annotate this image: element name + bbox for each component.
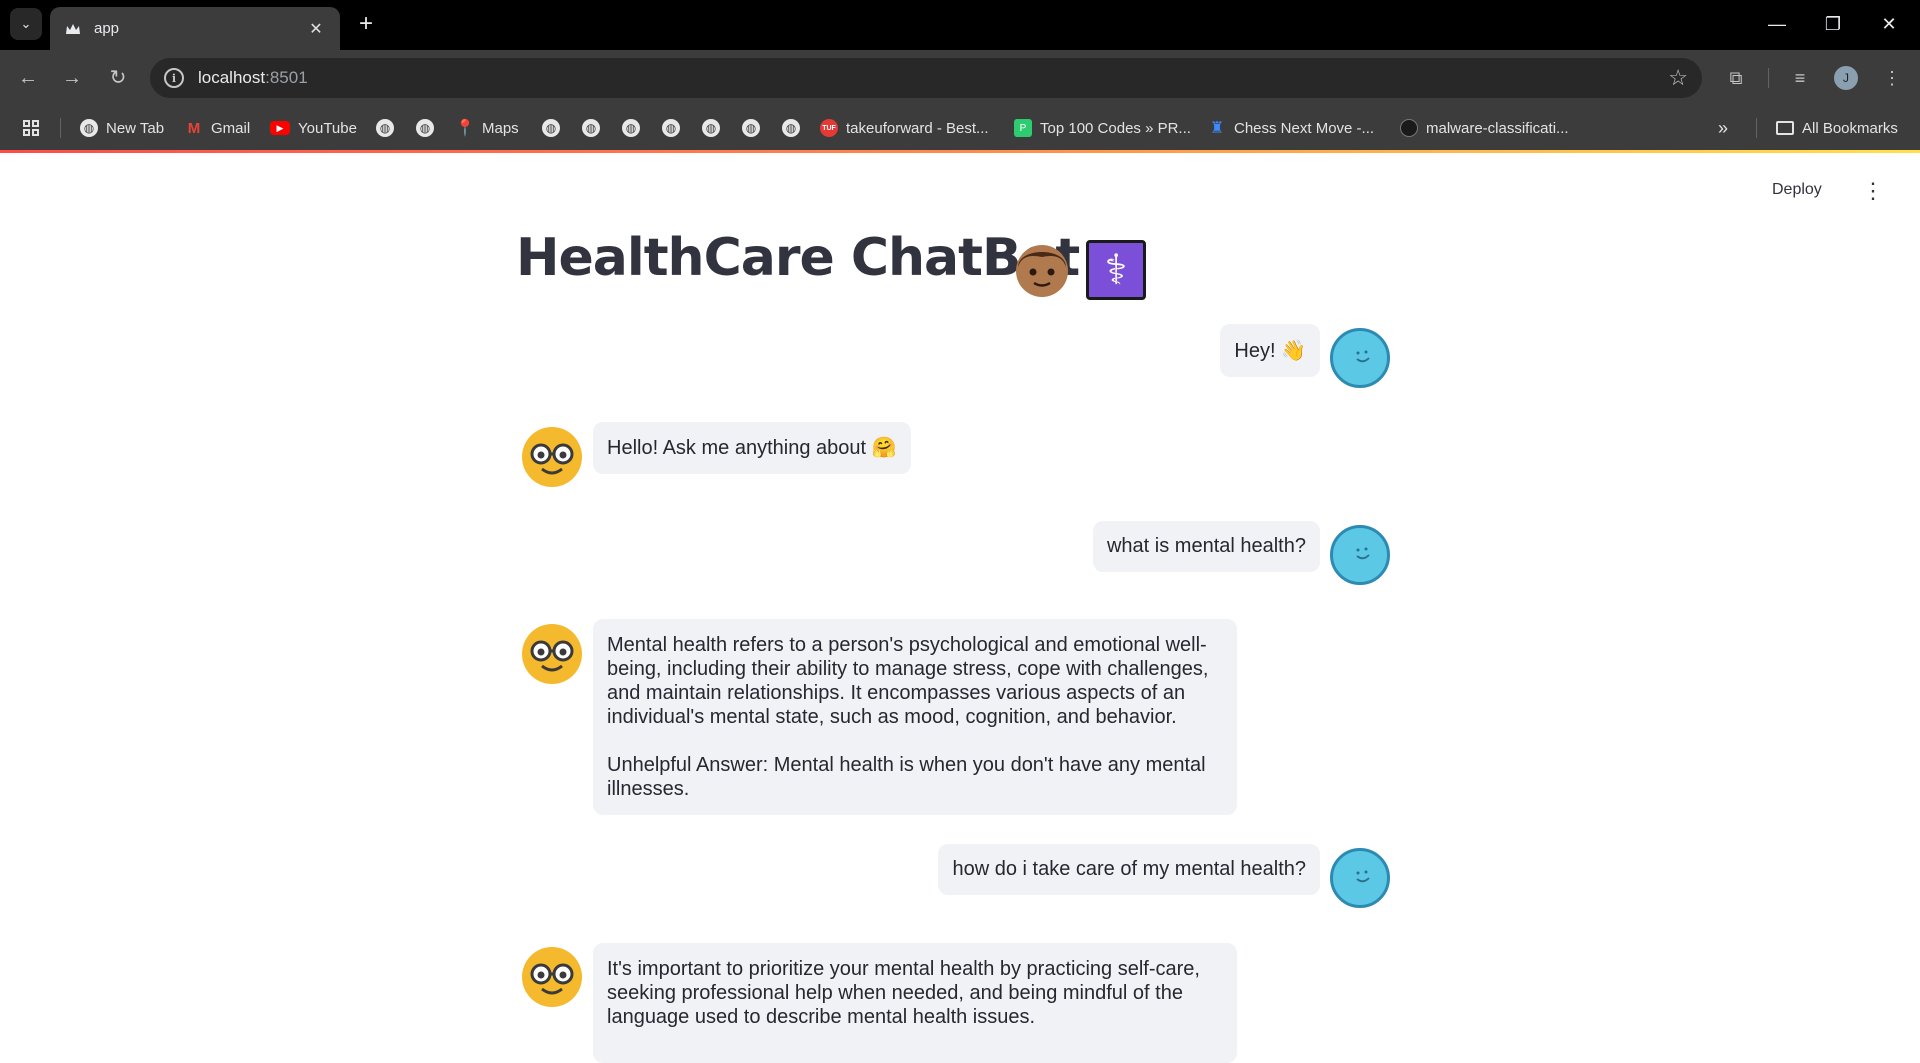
message-text: Hey! 👋	[1234, 340, 1306, 362]
smile-face-icon	[1356, 870, 1370, 883]
bookmark-gmail[interactable]: M Gmail	[185, 117, 250, 139]
user-avatar	[1330, 328, 1390, 388]
bookmarks-bar: ◍ New Tab M Gmail ▶ YouTube ◍ ◍ 📍 Maps ◍ ◍ ◍…	[0, 106, 1920, 150]
url-host: localhost	[198, 68, 266, 87]
bookmark-label: takeuforward - Best...	[846, 119, 989, 137]
close-icon[interactable]: ✕	[306, 19, 326, 39]
url-port: :8501	[265, 68, 308, 87]
chess-icon: ♜	[1209, 120, 1225, 137]
page-title: HealthCare ChatBot	[516, 228, 1080, 288]
gmail-icon: M	[187, 119, 201, 137]
globe-icon[interactable]: ◍	[742, 119, 760, 137]
streamlit-crown-icon	[64, 20, 82, 38]
star-icon[interactable]: ☆	[1668, 65, 1688, 91]
chevron-double-right-icon[interactable]: »	[1718, 117, 1728, 139]
shield-icon: P	[1014, 119, 1032, 137]
chat-message-user: Hey! 👋	[1220, 324, 1320, 377]
user-avatar	[1330, 525, 1390, 585]
reload-icon[interactable]: ↻	[102, 62, 134, 94]
bookmark-youtube[interactable]: ▶ YouTube	[270, 117, 357, 139]
tab-app[interactable]: app ✕	[50, 7, 340, 50]
deploy-button[interactable]: Deploy	[1772, 181, 1822, 199]
bookmark-label: Gmail	[211, 119, 251, 137]
toolbar-divider	[1768, 68, 1769, 88]
medical-symbol-icon: ⚕	[1086, 240, 1146, 300]
bookmark-chess[interactable]: ♜ Chess Next Move -...	[1208, 117, 1374, 139]
more-icon[interactable]: ⋮	[1876, 62, 1908, 94]
main-menu-icon[interactable]: ⋮	[1862, 180, 1884, 202]
bookmark-label: YouTube	[298, 119, 357, 137]
media-icon[interactable]: ≡	[1784, 62, 1816, 94]
chat-message-bot: It's important to prioritize your mental…	[593, 943, 1237, 1063]
chat-message-bot: Mental health refers to a person's psych…	[593, 619, 1237, 815]
tuf-icon: TUF	[820, 119, 838, 137]
tab-search-icon[interactable]: ⌄	[10, 8, 42, 40]
user-avatar	[1330, 848, 1390, 908]
bookmark-label: Chess Next Move -...	[1234, 119, 1375, 137]
folder-icon	[1776, 121, 1794, 135]
message-text: It's important to prioritize your mental…	[607, 958, 1200, 1028]
globe-icon[interactable]: ◍	[702, 119, 720, 137]
bookmark-label: New Tab	[106, 119, 165, 137]
youtube-icon: ▶	[270, 121, 290, 135]
browser-toolbar: ← → ↻ i localhost:8501 ☆ ⧉ ≡ ⋮	[0, 50, 1920, 106]
bookmark-maps[interactable]: 📍 Maps	[455, 117, 519, 139]
restore-icon[interactable]: ❐	[1810, 8, 1856, 40]
smile-face-icon	[1356, 547, 1370, 560]
globe-icon[interactable]: ◍	[782, 119, 800, 137]
bot-avatar	[522, 947, 582, 1007]
bookmark-all[interactable]: All Bookmarks	[1776, 117, 1898, 139]
chat-message-user: how do i take care of my mental health?	[938, 844, 1320, 895]
message-text: how do i take care of my mental health?	[952, 858, 1306, 880]
bookmark-top100[interactable]: P Top 100 Codes » PR...	[1014, 117, 1191, 139]
forward-icon[interactable]: →	[56, 62, 88, 94]
chat-message-bot: Hello! Ask me anything about 🤗	[593, 422, 911, 474]
message-text-2: Unhelpful Answer: Mental health is when …	[607, 754, 1206, 800]
apps-icon[interactable]	[22, 117, 40, 139]
bookmark-label: Top 100 Codes » PR...	[1040, 119, 1191, 137]
globe-icon[interactable]: ◍	[416, 119, 434, 137]
bookmark-malware[interactable]: malware-classificati...	[1400, 117, 1569, 139]
boy-emoji-icon	[1016, 245, 1068, 297]
globe-icon[interactable]: ◍	[622, 119, 640, 137]
message-text: Mental health refers to a person's psych…	[607, 634, 1209, 728]
bookmark-divider	[1756, 118, 1757, 138]
nerd-face-icon	[530, 640, 574, 672]
bookmark-label: All Bookmarks	[1802, 119, 1898, 137]
message-text: Hello! Ask me anything about 🤗	[607, 437, 897, 459]
plus-icon[interactable]: +	[352, 10, 380, 38]
globe-icon[interactable]: ◍	[542, 119, 560, 137]
globe-icon[interactable]: ◍	[376, 119, 394, 137]
extensions-icon[interactable]: ⧉	[1720, 62, 1752, 94]
globe-icon[interactable]: ◍	[582, 119, 600, 137]
info-icon[interactable]: i	[164, 68, 184, 88]
bookmark-takeuforward[interactable]: TUF takeuforward - Best...	[820, 117, 989, 139]
bot-avatar	[522, 624, 582, 684]
map-pin-icon: 📍	[455, 120, 475, 137]
tab-strip: ⌄ app ✕ + — ❐ ✕	[0, 0, 1920, 50]
globe-icon[interactable]: ◍	[662, 119, 680, 137]
bookmark-label: malware-classificati...	[1426, 119, 1569, 137]
smile-face-icon	[1356, 350, 1370, 363]
minimize-icon[interactable]: —	[1754, 8, 1800, 40]
github-icon	[1400, 119, 1418, 137]
bookmark-new-tab[interactable]: ◍ New Tab	[80, 117, 164, 139]
nerd-face-icon	[530, 963, 574, 995]
bookmark-divider	[60, 118, 61, 138]
app-decoration-bar	[0, 150, 1920, 153]
close-window-icon[interactable]: ✕	[1866, 8, 1912, 40]
message-text: what is mental health?	[1106, 535, 1306, 557]
avatar[interactable]: J	[1834, 66, 1858, 90]
bot-avatar	[522, 427, 582, 487]
globe-icon: ◍	[80, 119, 98, 137]
nerd-face-icon	[530, 443, 574, 475]
chat-message-user: what is mental health?	[1092, 521, 1320, 572]
address-bar[interactable]: i localhost:8501 ☆	[150, 58, 1702, 98]
bookmark-label: Maps	[482, 119, 519, 137]
tab-title: app	[94, 20, 120, 37]
back-icon[interactable]: ←	[12, 62, 44, 94]
